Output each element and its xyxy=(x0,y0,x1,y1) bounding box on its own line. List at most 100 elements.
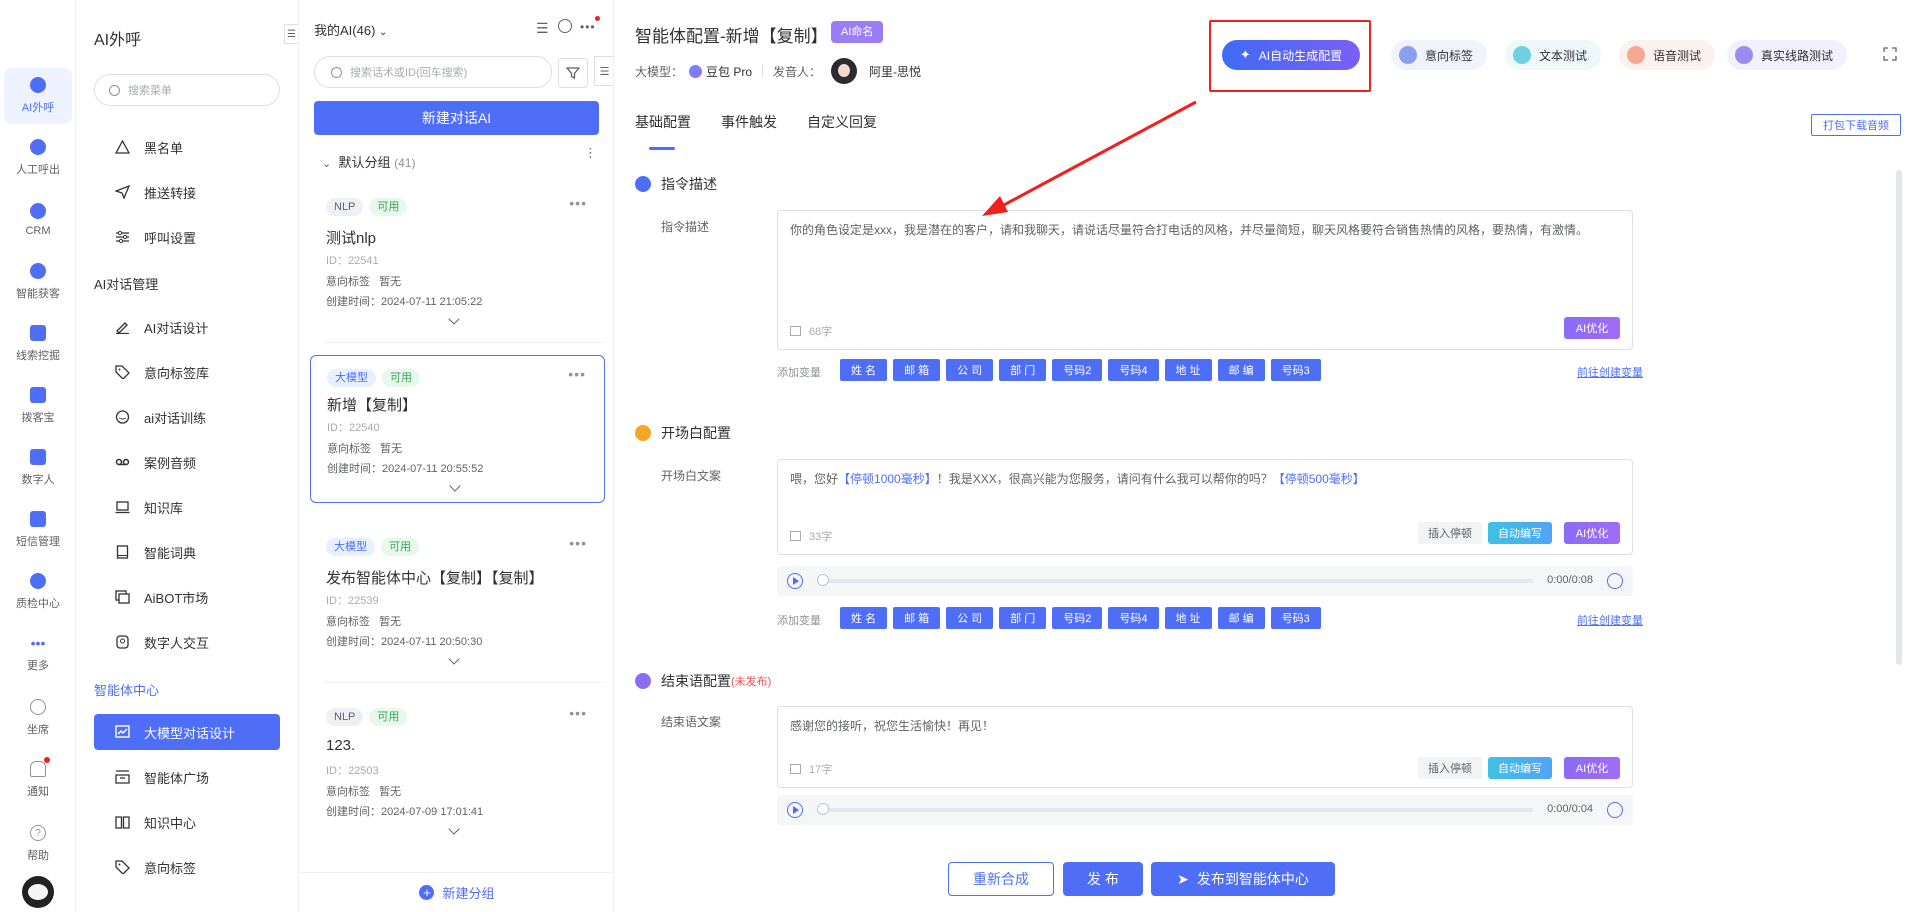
card-more-icon[interactable]: ••• xyxy=(569,535,587,551)
menu-item-knowledge-center[interactable]: 知识中心 xyxy=(94,804,280,840)
default-group-header[interactable]: ⌄ 默认分组 (41) xyxy=(322,152,415,171)
new-dialog-ai-button[interactable]: 新建对话AI xyxy=(314,101,599,135)
variable-button[interactable]: 姓 名 xyxy=(840,607,888,629)
audio-progress-knob[interactable] xyxy=(817,803,829,815)
expand-chevron-icon[interactable] xyxy=(448,823,460,835)
rail-item-crm[interactable]: CRM xyxy=(4,192,72,248)
menu-collapse-toggle[interactable]: ☰ xyxy=(284,24,298,44)
tab-event-trigger[interactable]: 事件触发 xyxy=(721,112,777,142)
variable-button[interactable]: 公 司 xyxy=(946,607,994,629)
ai-card-selected[interactable]: 大模型 可用 ••• 新增【复制】 ID：22540 意向标签 暂无 创建时间：2… xyxy=(310,355,605,503)
rail-item-quality[interactable]: 质检中心 xyxy=(4,564,72,620)
rail-item-sms[interactable]: 短信管理 xyxy=(4,502,72,558)
ai-card[interactable]: NLP 可用 ••• 123. ID：22503 意向标签 暂无 创建时间：202… xyxy=(310,695,605,845)
user-avatar[interactable] xyxy=(22,876,54,908)
card-more-icon[interactable]: ••• xyxy=(569,195,587,211)
card-more-icon[interactable]: ••• xyxy=(568,366,586,382)
insert-pause-button[interactable]: 插入停顿 xyxy=(1418,757,1482,779)
variable-button[interactable]: 号码3 xyxy=(1270,359,1321,381)
variable-button[interactable]: 邮 编 xyxy=(1217,607,1265,629)
resynthesize-button[interactable]: 重新合成 xyxy=(948,862,1054,896)
insert-pause-button[interactable]: 插入停顿 xyxy=(1418,522,1482,544)
menu-item-ai-training[interactable]: ai对话训练 xyxy=(94,399,280,435)
list-collapse-toggle[interactable]: ☰ xyxy=(594,56,614,86)
menu-item-agent-plaza[interactable]: 智能体广场 xyxy=(94,759,280,795)
more-options-icon[interactable]: ••• xyxy=(580,16,600,34)
closing-textarea[interactable]: 感谢您的接听，祝您生活愉快！再见！ 17字 插入停顿 自动编写 AI优化 xyxy=(777,706,1633,788)
expand-chevron-icon[interactable] xyxy=(448,653,460,665)
opening-ai-optimize-button[interactable]: AI优化 xyxy=(1564,522,1620,544)
audio-progress-track[interactable] xyxy=(817,808,1533,812)
tab-basic-config[interactable]: 基础配置 xyxy=(635,112,691,150)
rail-item-more[interactable]: ••• 更多 xyxy=(4,626,72,682)
rail-item-leads[interactable]: 线索挖掘 xyxy=(4,316,72,372)
create-variable-link[interactable]: 前往创建变量 xyxy=(1577,364,1643,380)
menu-item-push-transfer[interactable]: 推送转接 xyxy=(94,174,280,210)
card-more-icon[interactable]: ••• xyxy=(569,705,587,721)
menu-item-case-audio[interactable]: 案例音频 xyxy=(94,444,280,480)
ai-card[interactable]: 大模型 可用 ••• 发布智能体中心【复制】【复制】 ID：22539 意向标签 … xyxy=(310,525,605,683)
opening-textarea[interactable]: 喂，您好【停顿1000毫秒】！我是XXX，很高兴能为您服务，请问有什么我可以帮你… xyxy=(777,459,1633,555)
speaker-value[interactable]: 阿里-思悦 xyxy=(869,63,921,80)
menu-item-intent-tags[interactable]: 意向标签 xyxy=(94,849,280,885)
download-icon[interactable] xyxy=(1607,573,1623,589)
expand-chevron-icon[interactable] xyxy=(448,313,460,325)
ai-card[interactable]: NLP 可用 ••• 测试nlp ID：22541 意向标签 暂无 创建时间：20… xyxy=(310,185,605,343)
instruction-textarea[interactable]: 你的角色设定是xxx，我是潜在的客户，请和我聊天，请说话尽量符合打电话的风格，并… xyxy=(777,210,1633,350)
text-test-button[interactable]: 文本测试 xyxy=(1505,40,1602,70)
menu-item-digital-human-interaction[interactable]: 数字人交互 xyxy=(94,624,280,660)
expand-chevron-icon[interactable] xyxy=(449,480,461,492)
rail-item-acquisition[interactable]: 智能获客 xyxy=(4,254,72,310)
variable-button[interactable]: 邮 箱 xyxy=(893,359,941,381)
menu-item-knowledge-base[interactable]: 知识库 xyxy=(94,489,280,525)
variable-button[interactable]: 号码4 xyxy=(1108,359,1159,381)
publish-to-center-button[interactable]: ➤ 发布到智能体中心 xyxy=(1151,862,1335,896)
variable-button[interactable]: 部 门 xyxy=(999,359,1047,381)
auto-write-button[interactable]: 自动编写 xyxy=(1488,757,1552,779)
rail-item-dialer[interactable]: 拨客宝 xyxy=(4,378,72,434)
intent-tag-button[interactable]: 意向标签 xyxy=(1391,40,1488,70)
filter-button[interactable] xyxy=(558,58,588,88)
ai-search-input[interactable]: 搜索话术或ID(回车搜索) xyxy=(314,56,552,88)
rail-item-notice[interactable]: 通知 xyxy=(4,752,72,808)
menu-search-input[interactable]: 搜索菜单 xyxy=(94,74,280,106)
create-variable-link[interactable]: 前往创建变量 xyxy=(1577,612,1643,628)
fullscreen-icon[interactable] xyxy=(1883,47,1897,61)
sort-icon[interactable]: ☰ xyxy=(536,20,549,37)
menu-item-aibot-market[interactable]: AiBOT市场 xyxy=(94,579,280,615)
play-icon[interactable] xyxy=(787,573,803,589)
rail-item-ai-call[interactable]: AI外呼 xyxy=(4,68,72,124)
audio-progress-track[interactable] xyxy=(817,579,1533,583)
model-value[interactable]: 豆包 Pro xyxy=(706,63,752,80)
audio-progress-knob[interactable] xyxy=(817,574,829,586)
variable-button[interactable]: 地 址 xyxy=(1164,359,1212,381)
menu-item-ai-dialog-design[interactable]: AI对话设计 xyxy=(94,309,280,345)
variable-button[interactable]: 邮 编 xyxy=(1217,359,1265,381)
auto-write-button[interactable]: 自动编写 xyxy=(1488,522,1552,544)
instruction-ai-optimize-button[interactable]: AI优化 xyxy=(1564,317,1620,339)
variable-button[interactable]: 号码3 xyxy=(1270,607,1321,629)
line-test-button[interactable]: 真实线路测试 xyxy=(1727,40,1848,70)
new-group-button[interactable]: + 新建分组 xyxy=(300,872,614,912)
variable-button[interactable]: 号码2 xyxy=(1052,359,1103,381)
closing-ai-optimize-button[interactable]: AI优化 xyxy=(1564,757,1620,779)
variable-button[interactable]: 姓 名 xyxy=(840,359,888,381)
play-icon[interactable] xyxy=(787,802,803,818)
ai-name-badge[interactable]: AI命名 xyxy=(831,21,884,43)
menu-item-llm-dialog-design[interactable]: 大模型对话设计 xyxy=(94,714,280,750)
ai-auto-generate-button[interactable]: ✦ AI自动生成配置 xyxy=(1222,40,1360,70)
publish-button[interactable]: 发 布 xyxy=(1063,862,1143,896)
menu-item-intent-library[interactable]: 意向标签库 xyxy=(94,354,280,390)
scrollbar[interactable] xyxy=(1896,170,1902,665)
rail-item-seat[interactable]: 坐席 xyxy=(4,690,72,746)
variable-button[interactable]: 地 址 xyxy=(1164,607,1212,629)
rail-item-digital-human[interactable]: 数字人 xyxy=(4,440,72,496)
download-audio-button[interactable]: 打包下载音频 xyxy=(1811,114,1901,136)
voice-test-button[interactable]: 语音测试 xyxy=(1619,40,1716,70)
rail-item-manual-call[interactable]: 人工呼出 xyxy=(4,130,72,186)
tab-custom-reply[interactable]: 自定义回复 xyxy=(807,112,877,142)
variable-button[interactable]: 部 门 xyxy=(999,607,1047,629)
variable-button[interactable]: 邮 箱 xyxy=(893,607,941,629)
variable-button[interactable]: 公 司 xyxy=(946,359,994,381)
my-ai-dropdown[interactable]: 我的AI(46) ⌄ xyxy=(314,20,387,39)
